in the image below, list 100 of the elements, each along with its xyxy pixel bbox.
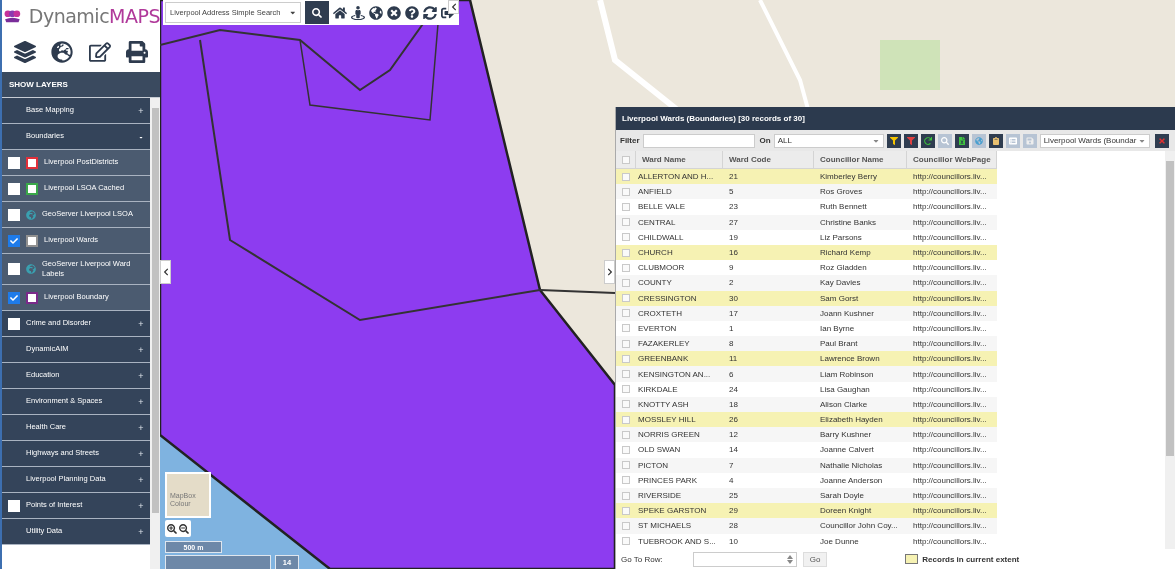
- toggle-sign[interactable]: +: [136, 396, 146, 407]
- table-cell: 12: [723, 427, 814, 443]
- table-cell: Lawrence Brown: [814, 351, 907, 367]
- table-cell: http://councillors.liv...: [907, 503, 997, 519]
- group-checkbox[interactable]: [8, 317, 20, 330]
- row-checkbox[interactable]: [622, 339, 630, 348]
- row-checkbox[interactable]: [622, 233, 630, 242]
- layer-checkbox[interactable]: [8, 263, 20, 275]
- layer-checkbox[interactable]: [8, 291, 20, 304]
- row-number-input[interactable]: [692, 551, 797, 567]
- row-checkbox[interactable]: [622, 521, 630, 530]
- globe-icon: [974, 136, 983, 145]
- toggle-sign[interactable]: +: [136, 474, 146, 485]
- row-checkbox[interactable]: [622, 415, 630, 424]
- toggle-sign[interactable]: +: [136, 448, 146, 459]
- layer-checkbox[interactable]: [8, 234, 20, 247]
- row-checkbox[interactable]: [622, 506, 630, 515]
- collapse-button[interactable]: [448, 0, 459, 14]
- toggle-sign[interactable]: +: [136, 105, 146, 116]
- toggle-sign[interactable]: +: [136, 422, 146, 433]
- table-cell: http://councillors.liv...: [907, 275, 997, 291]
- row-checkbox[interactable]: [622, 263, 630, 272]
- save-icon: [1025, 136, 1034, 145]
- toggle-sign[interactable]: +: [136, 526, 146, 537]
- row-checkbox[interactable]: [622, 400, 630, 409]
- save-button[interactable]: [1022, 133, 1037, 148]
- row-checkbox[interactable]: [622, 248, 630, 257]
- row-checkbox[interactable]: [622, 324, 630, 333]
- close-icon[interactable]: [387, 5, 401, 20]
- clear-filter-button[interactable]: [903, 133, 918, 148]
- globe-icon[interactable]: [369, 5, 383, 20]
- refresh-icon[interactable]: [423, 5, 437, 20]
- chevron-right-icon: [605, 268, 614, 276]
- row-checkbox[interactable]: [622, 461, 630, 470]
- field-select[interactable]: ALL: [773, 133, 884, 148]
- table-cell: 6: [723, 366, 814, 382]
- row-checkbox[interactable]: [622, 385, 630, 394]
- row-checkbox[interactable]: [622, 537, 630, 546]
- column-header[interactable]: Ward Code: [723, 151, 814, 169]
- logout-icon[interactable]: [441, 5, 455, 20]
- print-icon[interactable]: [126, 41, 149, 63]
- layer-checkbox[interactable]: [8, 182, 20, 195]
- table-cell: SPEKE GARSTON: [636, 503, 723, 519]
- on-label: On: [759, 136, 771, 145]
- refresh-icon: [923, 136, 932, 145]
- help-icon[interactable]: [405, 5, 419, 20]
- row-checkbox[interactable]: [622, 202, 630, 211]
- table-cell: http://councillors.liv...: [907, 351, 997, 367]
- row-checkbox[interactable]: [622, 172, 630, 181]
- toggle-sign[interactable]: +: [136, 370, 146, 381]
- table-cell: 2: [723, 275, 814, 291]
- row-checkbox[interactable]: [622, 491, 630, 500]
- row-checkbox[interactable]: [622, 294, 630, 303]
- table-cell: Kay Davies: [814, 275, 907, 291]
- toggle-sign[interactable]: +: [136, 318, 146, 329]
- zoom-out-icon[interactable]: [179, 523, 189, 534]
- layer-select[interactable]: Liverpool Wards (Boundar: [1039, 133, 1150, 148]
- zoom-in-icon[interactable]: [167, 523, 177, 534]
- logo-text: DynamicMAPS: [28, 5, 160, 27]
- group-checkbox[interactable]: [8, 499, 20, 512]
- globe-icon[interactable]: [51, 41, 74, 63]
- header-checkbox-cell[interactable]: [616, 151, 636, 169]
- home-icon[interactable]: [333, 5, 347, 20]
- layer-checkbox[interactable]: [8, 208, 20, 221]
- spreadsheet-button[interactable]: [954, 133, 969, 148]
- table-cell: http://councillors.liv...: [907, 184, 997, 200]
- clipboard-button[interactable]: [988, 133, 1003, 148]
- person-icon[interactable]: [351, 5, 365, 20]
- layer-checkbox[interactable]: [8, 156, 20, 169]
- go-button[interactable]: Go: [802, 551, 828, 567]
- row-checkbox[interactable]: [622, 309, 630, 318]
- layers-icon[interactable]: [13, 41, 36, 63]
- collapse-button[interactable]: [160, 260, 171, 284]
- row-checkbox[interactable]: [622, 218, 630, 227]
- edit-icon[interactable]: [88, 41, 111, 63]
- refresh-button[interactable]: [920, 133, 935, 148]
- table-cell: 11: [723, 351, 814, 367]
- table-cell: Doreen Knight: [814, 503, 907, 519]
- search-button[interactable]: [305, 1, 329, 24]
- table-cell: http://councillors.liv...: [907, 427, 997, 443]
- toggle-sign[interactable]: +: [136, 500, 146, 511]
- row-checkbox[interactable]: [622, 187, 630, 196]
- filter-label: Filter: [620, 136, 640, 145]
- toggle-sign[interactable]: -: [136, 131, 146, 142]
- filter-input[interactable]: [642, 133, 755, 148]
- row-checkbox[interactable]: [622, 354, 630, 363]
- column-header[interactable]: Councillor Name: [814, 151, 907, 169]
- row-checkbox[interactable]: [622, 370, 630, 379]
- row-checkbox[interactable]: [622, 430, 630, 439]
- row-checkbox[interactable]: [622, 476, 630, 485]
- column-header[interactable]: Ward Name: [636, 151, 723, 169]
- row-checkbox[interactable]: [622, 278, 630, 287]
- column-header[interactable]: Councillor WebPage: [907, 151, 997, 169]
- globe-icon: [26, 209, 36, 220]
- row-checkbox[interactable]: [622, 445, 630, 454]
- toggle-sign[interactable]: +: [136, 344, 146, 355]
- filter-button[interactable]: [886, 133, 901, 148]
- expand-button[interactable]: [604, 260, 615, 284]
- close-icon: [1157, 136, 1166, 145]
- close-button[interactable]: [1154, 133, 1169, 148]
